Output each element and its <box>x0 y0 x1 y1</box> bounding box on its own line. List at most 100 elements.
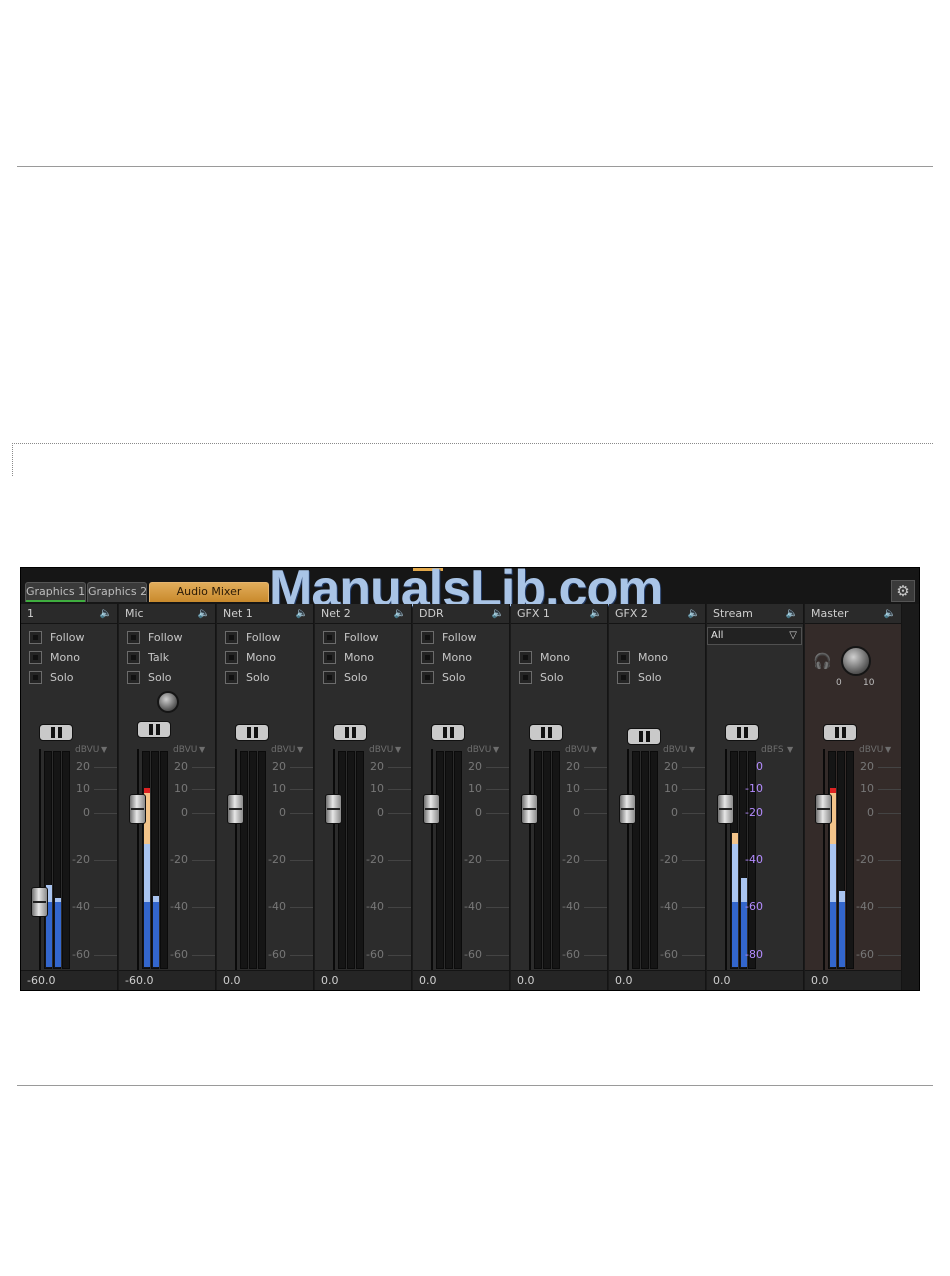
checkbox-label: Solo <box>148 671 172 684</box>
checkbox-box[interactable] <box>29 651 42 664</box>
speaker-icon[interactable]: 🔈 <box>392 607 408 620</box>
level-value[interactable]: 0.0 <box>419 974 437 987</box>
balance-control[interactable] <box>529 724 563 741</box>
scale-tick: -40 <box>660 900 678 913</box>
checkbox-box[interactable] <box>421 671 434 684</box>
level-value[interactable]: -60.0 <box>125 974 153 987</box>
volume-fader[interactable] <box>129 793 146 824</box>
checkbox-label: Mono <box>50 651 80 664</box>
scale-tick: 10 <box>664 782 678 795</box>
chevron-down-icon[interactable]: ▼ <box>885 745 891 754</box>
scale-tick: -40 <box>745 853 763 866</box>
speaker-icon[interactable]: 🔈 <box>98 607 114 620</box>
level-value[interactable]: 0.0 <box>223 974 241 987</box>
balance-control[interactable] <box>137 721 171 738</box>
scale-gridline <box>388 907 411 908</box>
meter-bar <box>534 751 542 969</box>
level-readout: 0.0 <box>217 970 313 990</box>
headphone-volume-knob[interactable] <box>841 646 871 676</box>
checkbox-box[interactable] <box>323 671 336 684</box>
checkbox-box[interactable] <box>29 631 42 644</box>
scale-gridline <box>192 907 215 908</box>
balance-control[interactable] <box>235 724 269 741</box>
level-meter: dBVU ▼ 20 10 0 -20 -40 -60 <box>413 745 509 971</box>
speaker-icon[interactable]: 🔈 <box>588 607 604 620</box>
scale-tick: 20 <box>860 760 874 773</box>
checkbox-box[interactable] <box>225 631 238 644</box>
checkbox-box[interactable] <box>323 651 336 664</box>
scale-tick: -20 <box>660 853 678 866</box>
speaker-icon[interactable]: 🔈 <box>490 607 506 620</box>
volume-fader[interactable] <box>227 793 244 824</box>
checkbox-box[interactable] <box>29 671 42 684</box>
checkbox-box[interactable] <box>127 631 140 644</box>
checkbox-box[interactable] <box>617 651 630 664</box>
speaker-icon[interactable]: 🔈 <box>784 607 800 620</box>
knob-min-label: 0 <box>836 678 842 688</box>
meter-bar <box>641 751 649 969</box>
tab-graphics-2[interactable]: Graphics 2 <box>87 582 147 602</box>
tab-audio-mixer[interactable]: Audio Mixer <box>149 582 269 602</box>
level-readout: 0.0 <box>511 970 607 990</box>
volume-fader[interactable] <box>717 793 734 824</box>
level-value[interactable]: 0.0 <box>321 974 339 987</box>
channel-strip-gfx-1: GFX 1 🔈 Mono Solo dBVU ▼ 20 10 0 -20 -40 -60 0.0 <box>511 604 608 990</box>
checkbox-box[interactable] <box>421 631 434 644</box>
scale-gridline <box>584 767 607 768</box>
speaker-icon[interactable]: 🔈 <box>196 607 212 620</box>
balance-control[interactable] <box>725 724 759 741</box>
checkbox-box[interactable] <box>519 651 532 664</box>
volume-fader[interactable] <box>31 887 48 918</box>
chevron-down-icon[interactable]: ▼ <box>297 745 303 754</box>
tab-graphics-1[interactable]: Graphics 1 <box>25 582 86 602</box>
scale-unit-label: dBVU <box>859 745 884 755</box>
checkbox-box[interactable] <box>617 671 630 684</box>
scale-gridline <box>192 767 215 768</box>
checkbox-box[interactable] <box>519 671 532 684</box>
gear-icon[interactable]: ⚙ <box>891 580 915 602</box>
level-readout: -60.0 <box>119 970 215 990</box>
meter-bar <box>837 751 845 969</box>
chevron-down-icon[interactable]: ▼ <box>689 745 695 754</box>
speaker-icon[interactable]: 🔈 <box>882 607 898 620</box>
level-value[interactable]: 0.0 <box>615 974 633 987</box>
scale-gridline <box>192 813 215 814</box>
volume-fader[interactable] <box>423 793 440 824</box>
chevron-down-icon[interactable]: ▼ <box>101 745 107 754</box>
fader-track <box>725 749 727 971</box>
chevron-down-icon[interactable]: ▼ <box>493 745 499 754</box>
volume-fader[interactable] <box>815 793 832 824</box>
volume-fader[interactable] <box>619 793 636 824</box>
chevron-down-icon[interactable]: ▼ <box>787 745 793 754</box>
balance-control[interactable] <box>39 724 73 741</box>
scale-gridline <box>94 813 117 814</box>
chevron-down-icon[interactable]: ▼ <box>395 745 401 754</box>
level-value[interactable]: 0.0 <box>713 974 731 987</box>
speaker-icon[interactable]: 🔈 <box>294 607 310 620</box>
level-value[interactable]: -60.0 <box>27 974 55 987</box>
checkbox-box[interactable] <box>225 671 238 684</box>
level-value[interactable]: 0.0 <box>517 974 535 987</box>
balance-control[interactable] <box>333 724 367 741</box>
meter-bar <box>44 751 52 969</box>
scale-tick: -20 <box>268 853 286 866</box>
speaker-icon[interactable]: 🔈 <box>686 607 702 620</box>
output-select[interactable]: All ▽ <box>707 627 802 645</box>
checkbox-box[interactable] <box>421 651 434 664</box>
meter-bar <box>543 751 551 969</box>
checkbox-box[interactable] <box>127 671 140 684</box>
balance-control[interactable] <box>823 724 857 741</box>
balance-control[interactable] <box>431 724 465 741</box>
checkbox-box[interactable] <box>323 631 336 644</box>
level-value[interactable]: 0.0 <box>811 974 829 987</box>
scale-gridline <box>584 955 607 956</box>
volume-fader[interactable] <box>521 793 538 824</box>
checkbox-box[interactable] <box>225 651 238 664</box>
chevron-down-icon[interactable]: ▼ <box>199 745 205 754</box>
chevron-down-icon[interactable]: ▼ <box>591 745 597 754</box>
trim-knob[interactable] <box>157 691 179 713</box>
scale-tick: 10 <box>566 782 580 795</box>
checkbox-box[interactable] <box>127 651 140 664</box>
volume-fader[interactable] <box>325 793 342 824</box>
balance-control[interactable] <box>627 728 661 745</box>
